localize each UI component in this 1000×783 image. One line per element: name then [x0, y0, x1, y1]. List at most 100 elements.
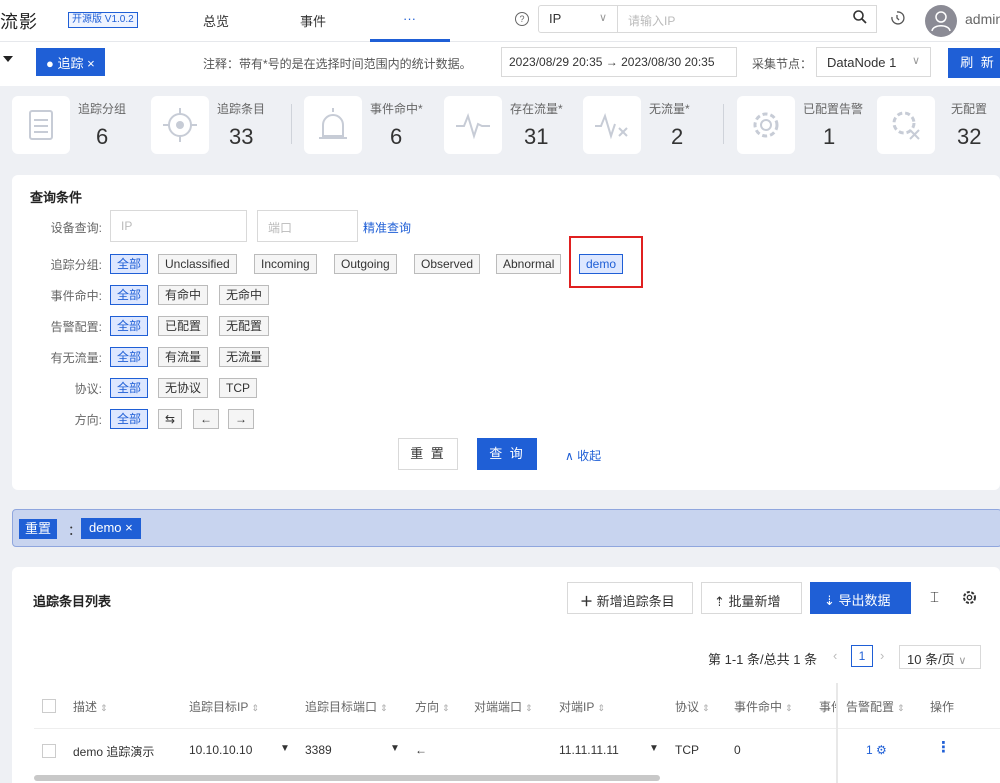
batch-add-button[interactable]: ⇡ 批量新增: [701, 582, 802, 614]
dir-chip-out[interactable]: →: [228, 409, 254, 429]
ip-input[interactable]: IP: [110, 210, 247, 242]
export-button[interactable]: ⇣ 导出数据: [810, 582, 911, 614]
group-label: 追踪分组:: [50, 258, 102, 272]
divider: [291, 104, 292, 144]
cell-alert-config[interactable]: 1 ⚙: [866, 743, 887, 757]
chevron-down-icon: ∨: [911, 55, 920, 67]
prev-page-icon[interactable]: ‹: [833, 648, 837, 663]
horizontal-scrollbar[interactable]: [34, 775, 660, 781]
proto-chip-tcp[interactable]: TCP: [219, 378, 257, 398]
reset-button[interactable]: 重 置: [398, 438, 458, 470]
group-chip-unclassified[interactable]: Unclassified: [158, 254, 237, 274]
tab-more[interactable]: ···: [403, 11, 416, 26]
flow-chip-has[interactable]: 有流量: [158, 347, 209, 367]
filter-tag-demo[interactable]: demo ×: [81, 518, 141, 539]
download-icon: ⇣: [824, 593, 835, 608]
cell-peer-ip: 11.11.11.11: [559, 743, 619, 757]
col-target-ip[interactable]: 追踪目标IP ⇕: [189, 698, 259, 715]
proto-chip-all[interactable]: 全部: [110, 378, 149, 398]
col-actions: 操作: [930, 700, 955, 714]
column-height-icon[interactable]: ⌶: [930, 589, 939, 606]
search-icon[interactable]: [852, 9, 868, 25]
proto-label: 协议:: [74, 382, 102, 396]
col-target-port[interactable]: 追踪目标端口 ⇕: [305, 698, 388, 715]
help-icon[interactable]: ?: [515, 12, 529, 26]
caret-down-icon[interactable]: ▼: [280, 743, 290, 754]
alert-chip-all[interactable]: 全部: [110, 316, 149, 336]
query-title: 查询条件: [30, 190, 83, 205]
group-chip-observed[interactable]: Observed: [414, 254, 481, 274]
event-chip-nohit[interactable]: 无命中: [219, 285, 270, 305]
precise-query-link[interactable]: 精准查询: [363, 219, 411, 236]
dir-chip-in[interactable]: ←: [193, 409, 219, 429]
page-number[interactable]: 1: [851, 645, 873, 667]
event-chip-all[interactable]: 全部: [110, 285, 149, 305]
group-chip-all[interactable]: 全部: [110, 254, 149, 274]
col-desc[interactable]: 描述 ⇕: [73, 698, 108, 715]
node-select[interactable]: DataNode 1 ∨: [816, 47, 931, 77]
tab-trace[interactable]: ● 追踪 ×: [36, 48, 105, 76]
alert-chip-configured[interactable]: 已配置: [158, 316, 209, 336]
flow-chip-all[interactable]: 全部: [110, 347, 149, 367]
avatar[interactable]: [925, 5, 957, 37]
event-chip-hit[interactable]: 有命中: [158, 285, 209, 305]
filter-reset-button[interactable]: 重置: [19, 519, 58, 539]
group-chip-abnormal[interactable]: Abnormal: [496, 254, 562, 274]
tab-events[interactable]: 事件: [300, 11, 326, 30]
col-alert-config[interactable]: 告警配置 ⇕: [846, 698, 905, 715]
proto-chip-none[interactable]: 无协议: [158, 378, 209, 398]
history-icon[interactable]: [888, 9, 906, 27]
pager-summary: 第 1-1 条/总共 1 条: [708, 652, 818, 667]
collapse-link[interactable]: ∧ 收起: [565, 447, 601, 464]
chevron-up-icon: ∧: [565, 449, 574, 463]
group-chip-incoming[interactable]: Incoming: [254, 254, 317, 274]
chevron-down-icon: ∨: [598, 12, 607, 24]
alert-chip-unconfigured[interactable]: 无配置: [219, 316, 270, 336]
version-badge: 开源版 V1.0.2: [68, 12, 138, 28]
col-protocol[interactable]: 协议 ⇕: [675, 698, 710, 715]
col-direction[interactable]: 方向 ⇕: [415, 698, 450, 715]
note-text: 注释：带有*号的是在选择时间范围内的统计数据。: [203, 57, 472, 71]
select-all-checkbox[interactable]: [42, 699, 56, 713]
user-name[interactable]: admin: [965, 11, 1000, 27]
row-checkbox[interactable]: [42, 744, 56, 758]
dir-chip-all[interactable]: 全部: [110, 409, 149, 429]
event-label: 事件命中:: [50, 289, 102, 303]
caret-down-icon[interactable]: [3, 56, 13, 62]
cell-protocol: TCP: [675, 743, 699, 757]
search-type-select[interactable]: IP ∨: [538, 5, 618, 33]
cell-event-hits: 0: [734, 743, 741, 757]
gear-icon[interactable]: [962, 590, 977, 605]
query-button[interactable]: 查 询: [477, 438, 537, 470]
alarm-icon: [304, 96, 362, 154]
gear-icon: ⚙: [876, 743, 887, 757]
col-peer-ip[interactable]: 对端IP ⇕: [559, 698, 605, 715]
cell-target-ip: 10.10.10.10: [189, 743, 253, 757]
group-chip-outgoing[interactable]: Outgoing: [334, 254, 397, 274]
port-input[interactable]: 端口: [257, 210, 358, 242]
page-size-select[interactable]: 10 条/页 ∨: [899, 645, 981, 669]
caret-down-icon[interactable]: ▼: [649, 743, 659, 754]
next-page-icon[interactable]: ›: [880, 648, 884, 663]
dir-chip-both[interactable]: ⇆: [158, 409, 183, 429]
header-divider: [34, 728, 1000, 729]
flow-label: 有无流量:: [50, 351, 102, 365]
col-peer-port[interactable]: 对端端口 ⇕: [474, 698, 533, 715]
more-actions-icon[interactable]: ⋮: [936, 738, 951, 756]
no-pulse-icon: [583, 96, 641, 154]
layers-icon: [12, 96, 70, 154]
tab-overview[interactable]: 总览: [203, 11, 229, 30]
dir-label: 方向:: [74, 413, 102, 427]
cell-direction: ←: [415, 743, 427, 757]
refresh-button[interactable]: 刷 新: [948, 48, 1000, 78]
add-trace-button[interactable]: ＋ 新增追踪条目: [567, 582, 693, 614]
alert-label: 告警配置:: [50, 320, 102, 334]
caret-down-icon[interactable]: ▼: [390, 743, 400, 754]
col-events[interactable]: 事件: [819, 698, 836, 715]
highlight-box: [569, 236, 643, 288]
col-event-hits[interactable]: 事件命中 ⇕: [734, 698, 793, 715]
date-range-picker[interactable]: 2023/08/29 20:35 → 2023/08/30 20:35: [501, 47, 737, 77]
flow-chip-none[interactable]: 无流量: [219, 347, 270, 367]
list-title: 追踪条目列表: [33, 594, 112, 609]
search-input[interactable]: 请输入IP: [617, 5, 877, 33]
